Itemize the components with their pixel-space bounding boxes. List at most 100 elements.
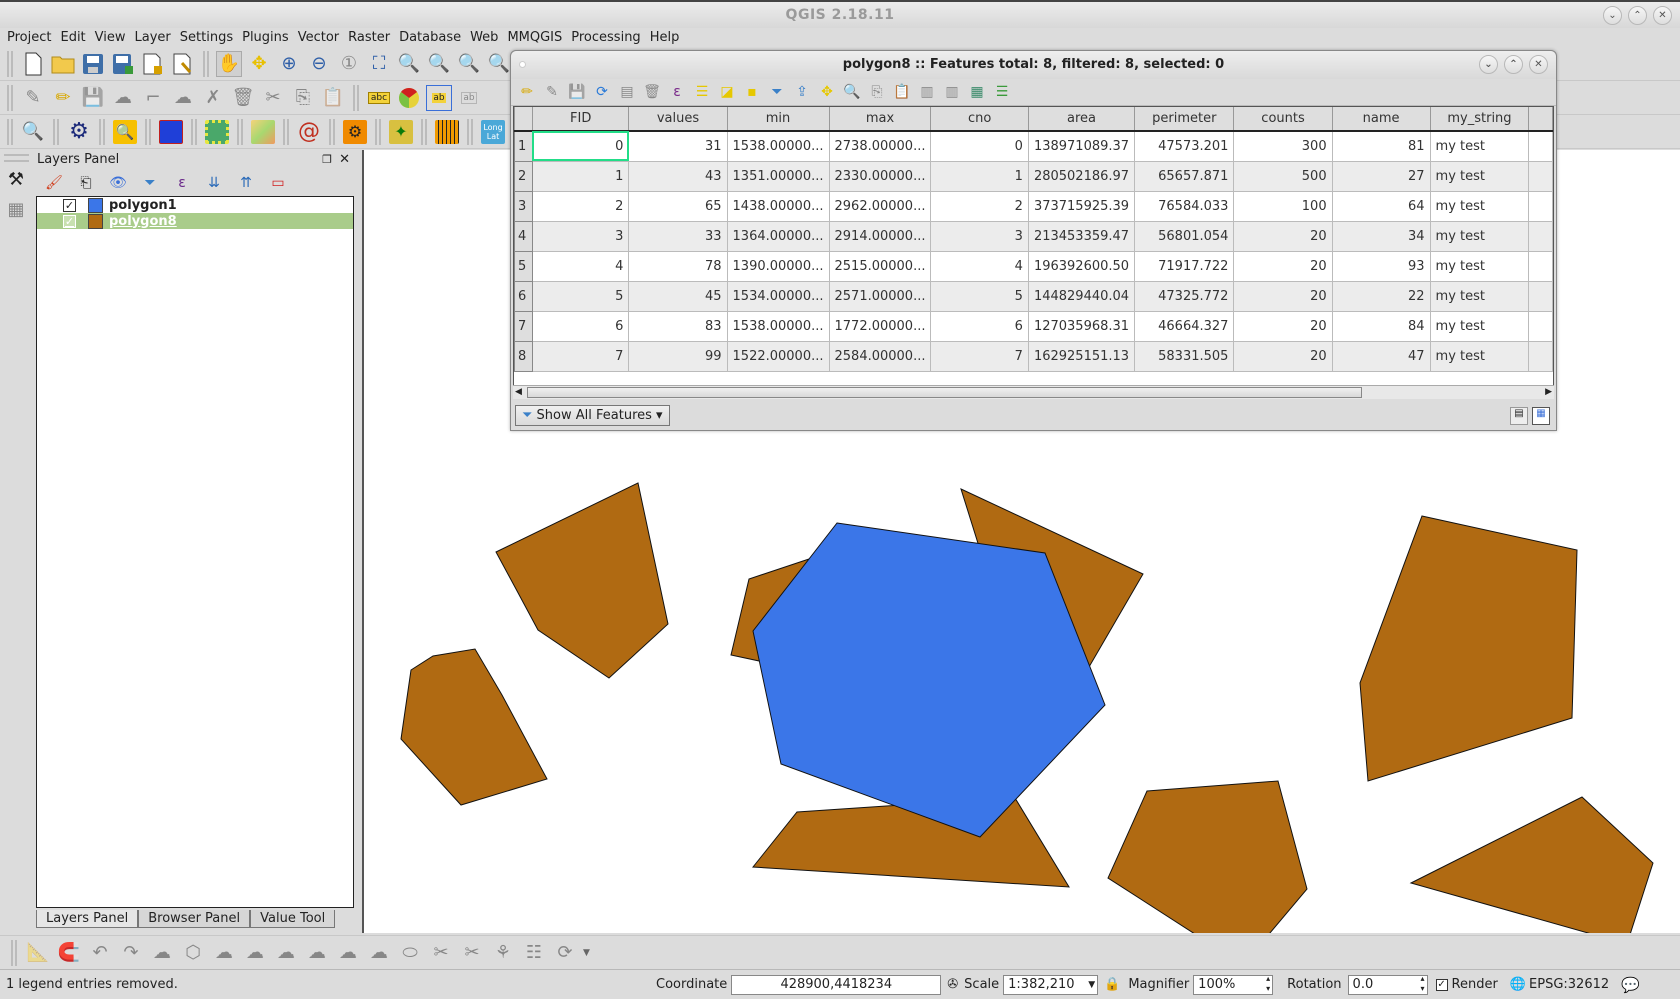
copy-rows-icon[interactable]: ⎘ bbox=[867, 79, 887, 105]
save-project-icon[interactable] bbox=[80, 51, 106, 77]
table-cell-counts[interactable]: 20 bbox=[1233, 221, 1333, 252]
scroll-left-arrow[interactable]: ◀ bbox=[515, 387, 522, 397]
add-feature-icon[interactable]: ▤ bbox=[617, 79, 637, 105]
row-header[interactable]: 5 bbox=[514, 250, 533, 282]
expand-all-icon[interactable]: ⇊ bbox=[201, 170, 227, 196]
save-edits-icon[interactable]: 💾 bbox=[80, 85, 106, 111]
scale-dropdown-arrow[interactable]: ▼ bbox=[1088, 976, 1095, 994]
table-cell-perimeter[interactable]: 46664.327 bbox=[1134, 311, 1235, 342]
row-header[interactable]: 2 bbox=[514, 160, 533, 192]
row-header[interactable]: 7 bbox=[514, 310, 533, 342]
column-header-perimeter[interactable]: perimeter bbox=[1134, 107, 1235, 132]
add-feature-icon[interactable]: ☁ bbox=[110, 85, 136, 111]
table-cell-max[interactable]: 2962.00000... bbox=[829, 191, 932, 222]
undo-icon[interactable]: ↶ bbox=[87, 940, 113, 966]
toolbar-grip[interactable] bbox=[353, 84, 359, 111]
polygon8-feature[interactable] bbox=[1359, 515, 1578, 782]
magnifier-spinbox[interactable]: 100% ▴ ▾ bbox=[1193, 974, 1274, 995]
menu-raster[interactable]: Raster bbox=[345, 28, 396, 47]
toolbar-grip[interactable] bbox=[375, 118, 381, 145]
close-button[interactable]: ✕ bbox=[1653, 6, 1672, 25]
copy-features-icon[interactable]: ⎘ bbox=[290, 85, 316, 111]
tab-browser-panel[interactable]: Browser Panel bbox=[138, 910, 251, 928]
column-header-min[interactable]: min bbox=[726, 107, 830, 132]
attribute-table-grid[interactable]: FID values min max cno area perimeter co… bbox=[513, 106, 1554, 396]
table-row[interactable]: 6 5 45 1534.00000... 2571.00000... 5 144829440… bbox=[514, 280, 1553, 312]
zoom-in-icon[interactable]: ⊕ bbox=[276, 51, 302, 77]
georeferencer-icon[interactable]: ✦ bbox=[388, 119, 414, 145]
toolbar-grip[interactable] bbox=[467, 118, 473, 145]
column-header-area[interactable]: area bbox=[1027, 107, 1136, 132]
table-cell-perimeter[interactable]: 71917.722 bbox=[1134, 251, 1235, 282]
add-ring-icon[interactable]: ☁ bbox=[211, 940, 237, 966]
table-cell-min[interactable]: 1364.00000... bbox=[727, 221, 830, 252]
table-cell-perimeter[interactable]: 47573.201 bbox=[1134, 131, 1235, 162]
processing-toolbox-icon[interactable]: ⚙ bbox=[342, 119, 368, 145]
table-cell-my-string[interactable]: my test bbox=[1430, 221, 1530, 252]
table-cell-min[interactable]: 1390.00000... bbox=[727, 251, 830, 282]
menu-help[interactable]: Help bbox=[647, 28, 686, 47]
menu-project[interactable]: Project bbox=[4, 28, 57, 47]
column-header-my-string[interactable]: my_string bbox=[1429, 107, 1530, 132]
processing-gear-icon[interactable]: ⚙ bbox=[66, 119, 92, 145]
menu-settings[interactable]: Settings bbox=[177, 28, 239, 47]
delete-part-icon[interactable]: ☁ bbox=[335, 940, 361, 966]
filter-select-icon[interactable]: ⏷ bbox=[767, 79, 787, 105]
table-cell-area[interactable]: 138971089.37 bbox=[1028, 131, 1136, 162]
menu-plugins[interactable]: Plugins bbox=[239, 28, 295, 47]
deselect-all-icon[interactable]: ▪ bbox=[742, 79, 762, 105]
pan-to-selection-icon[interactable]: ✥ bbox=[246, 51, 272, 77]
table-view-icon[interactable]: ▦ bbox=[1532, 407, 1550, 425]
table-cell-my-string[interactable]: my test bbox=[1430, 281, 1530, 312]
toggle-editing-icon[interactable]: ✏ bbox=[517, 79, 537, 105]
table-cell-min[interactable]: 1538.00000... bbox=[727, 131, 830, 162]
move-feature-icon[interactable]: ☁ bbox=[170, 85, 196, 111]
table-cell-max[interactable]: 2914.00000... bbox=[829, 221, 932, 252]
layer-item-polygon8[interactable]: ✓ polygon8 bbox=[37, 213, 353, 229]
table-cell-min[interactable]: 1534.00000... bbox=[727, 281, 830, 312]
row-header[interactable]: 3 bbox=[514, 190, 533, 222]
menu-web[interactable]: Web bbox=[467, 28, 504, 47]
split-features-icon[interactable]: ✂ bbox=[428, 940, 454, 966]
horizontal-scrollbar[interactable]: ◀ ▶ bbox=[513, 385, 1554, 399]
paste-features-icon[interactable]: 📋 bbox=[892, 79, 912, 105]
split-parts-icon[interactable]: ✂ bbox=[459, 940, 485, 966]
show-hide-labels-icon[interactable]: ab bbox=[456, 85, 482, 111]
toolbar-grip[interactable] bbox=[99, 118, 105, 145]
coordinate-field[interactable]: 428900,4418234 bbox=[731, 974, 942, 995]
dialog-minimize-button[interactable]: ⌄ bbox=[1479, 55, 1498, 74]
table-cell-perimeter[interactable]: 65657.871 bbox=[1134, 161, 1235, 192]
toolbar-grip[interactable] bbox=[53, 118, 59, 145]
row-header[interactable]: 1 bbox=[514, 130, 533, 162]
table-cell-min[interactable]: 1522.00000... bbox=[727, 341, 830, 372]
table-cell-name[interactable]: 27 bbox=[1332, 161, 1431, 192]
add-group-icon[interactable]: ⎗ bbox=[73, 170, 99, 196]
table-cell-values[interactable]: 78 bbox=[628, 251, 728, 282]
table-cell-name[interactable]: 93 bbox=[1332, 251, 1431, 282]
close-panel-icon[interactable]: ✕ bbox=[339, 150, 350, 170]
table-cell-values[interactable]: 99 bbox=[628, 341, 728, 372]
geoprocessing-tools-icon[interactable]: ⚒ bbox=[3, 166, 29, 192]
reload-icon[interactable]: ⟳ bbox=[592, 79, 612, 105]
table-cell-counts[interactable]: 100 bbox=[1233, 191, 1333, 222]
map-swipe-icon[interactable]: ▦ bbox=[3, 196, 29, 222]
menu-mmqgis[interactable]: MMQGIS bbox=[504, 28, 568, 47]
table-cell-my-string[interactable]: my test bbox=[1430, 131, 1530, 162]
table-cell-area[interactable]: 213453359.47 bbox=[1028, 221, 1136, 252]
toolbar-grip[interactable] bbox=[191, 118, 197, 145]
visibility-icon[interactable]: 👁 bbox=[105, 170, 131, 196]
delete-selected-icon[interactable]: 🗑 bbox=[230, 85, 256, 111]
column-header-values[interactable]: values bbox=[628, 107, 728, 132]
column-header-cno[interactable]: cno bbox=[930, 107, 1029, 132]
toggle-extents-icon[interactable]: ✇ bbox=[947, 977, 958, 992]
current-edits-icon[interactable]: ✎ bbox=[20, 85, 46, 111]
table-cell-fid[interactable]: 5 bbox=[532, 281, 630, 312]
collapse-all-icon[interactable]: ⇈ bbox=[233, 170, 259, 196]
dialog-close-button[interactable]: ✕ bbox=[1529, 55, 1548, 74]
table-cell-min[interactable]: 1351.00000... bbox=[727, 161, 830, 192]
menu-view[interactable]: View bbox=[92, 28, 132, 47]
toolbar-grip[interactable] bbox=[203, 50, 209, 77]
table-cell-cno[interactable]: 4 bbox=[930, 251, 1029, 282]
scroll-right-arrow[interactable]: ▶ bbox=[1545, 387, 1552, 397]
zoom-last-icon[interactable]: 🔍 bbox=[456, 51, 482, 77]
